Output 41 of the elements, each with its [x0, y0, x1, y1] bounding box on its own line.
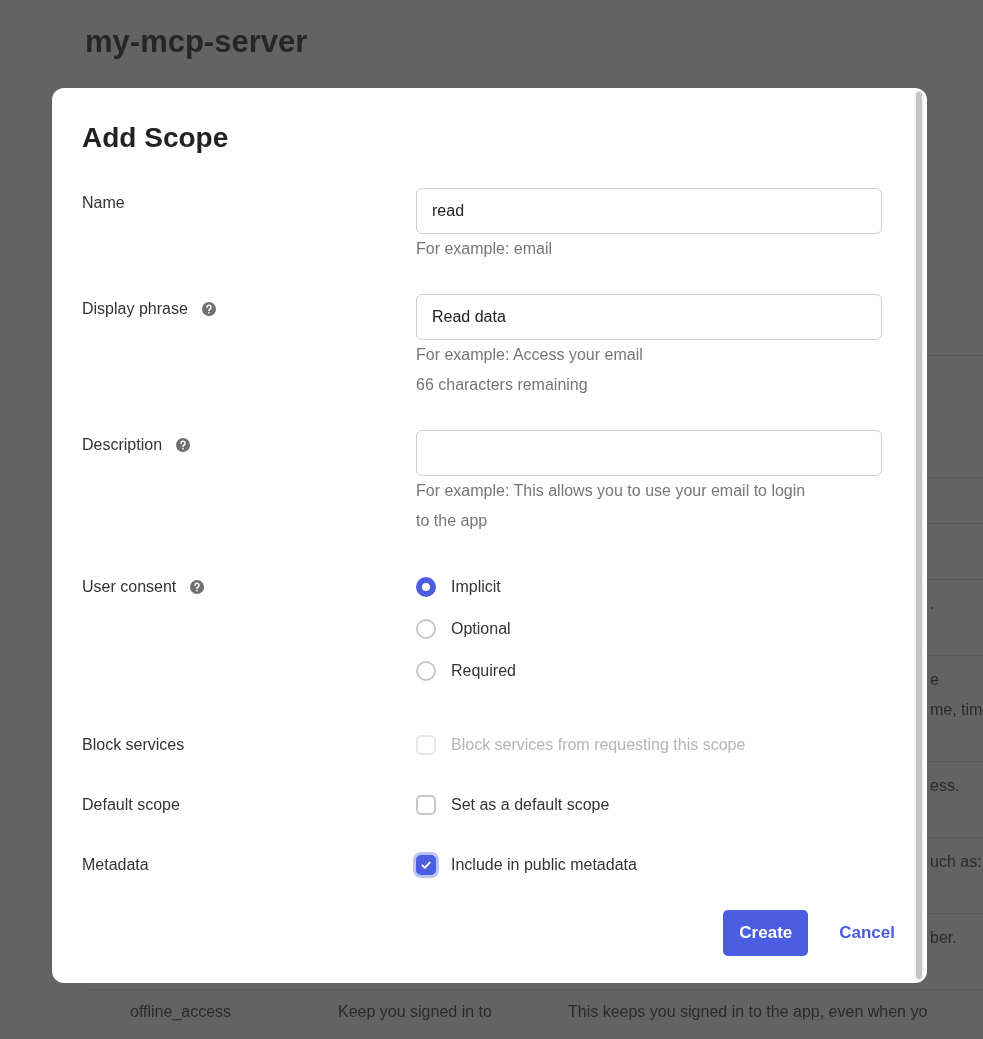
table-cell-text: Keep you signed in to	[338, 1002, 493, 1022]
table-cell-text: e me, tim	[930, 670, 983, 720]
input-field[interactable]	[416, 430, 882, 476]
field-label: Metadata	[82, 855, 149, 875]
option-label[interactable]: Required	[451, 662, 516, 680]
radio-button[interactable]	[416, 619, 436, 639]
radio-button[interactable]	[416, 577, 436, 597]
option-label[interactable]: Optional	[451, 620, 511, 638]
scrollbar[interactable]	[914, 91, 924, 980]
table-cell-text: uch as:	[930, 852, 983, 872]
field-label: Block services	[82, 735, 185, 755]
table-cell-text: .	[930, 594, 936, 614]
hint-text: 66 characters remaining	[416, 375, 589, 395]
input-field[interactable]: Read data	[416, 294, 882, 340]
input-field[interactable]: read	[416, 188, 882, 234]
table-cell-text: ess.	[930, 776, 961, 796]
table-cell-text: ber.	[930, 928, 958, 948]
hint-text: For example: email	[416, 239, 554, 259]
field-label: Default scope	[82, 795, 180, 815]
page-title: my-mcp-server	[85, 23, 309, 61]
field-label: Display phrase	[82, 299, 188, 319]
checkbox[interactable]	[416, 855, 436, 875]
table-cell-text: offline_access	[130, 1002, 233, 1022]
help-icon[interactable]	[201, 302, 216, 316]
checkbox[interactable]	[416, 795, 436, 815]
hint-text: For example: Access your email	[416, 345, 644, 365]
option-label: Block services from requesting this scope	[451, 736, 746, 754]
dialog-title: Add Scope	[82, 121, 230, 155]
create-button[interactable]: Create	[723, 910, 809, 956]
option-label[interactable]: Include in public metadata	[451, 856, 637, 874]
radio-button[interactable]	[416, 661, 436, 681]
table-cell-text: This keeps you signed in to the app, even when yo	[568, 1002, 929, 1022]
help-icon[interactable]	[190, 580, 205, 594]
help-icon[interactable]	[176, 438, 191, 452]
option-label[interactable]: Implicit	[451, 578, 501, 596]
field-label: Description	[82, 435, 163, 455]
cancel-button[interactable]: Cancel	[822, 910, 912, 956]
field-label: User consent	[82, 577, 177, 597]
hint-text: For example: This allows you to use your email to login to the app	[416, 481, 807, 531]
option-label[interactable]: Set as a default scope	[451, 796, 610, 814]
field-label: Name	[82, 193, 125, 213]
